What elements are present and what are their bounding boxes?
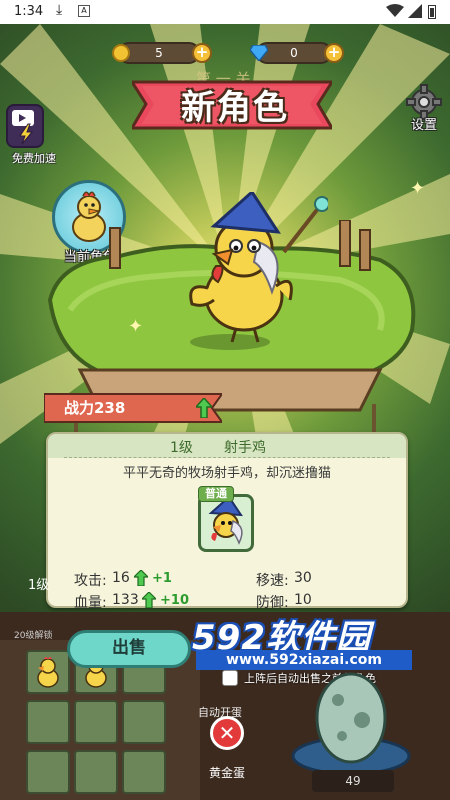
modal-dimmer <box>0 24 450 800</box>
status-bar: 1:34 ⤓ A <box>0 0 450 24</box>
watermark-url: www.592xiazai.com <box>196 650 412 670</box>
battery-icon <box>428 5 436 19</box>
signal-icon <box>408 4 422 18</box>
wifi-icon <box>386 4 404 17</box>
status-time: 1:34 <box>14 4 44 19</box>
app-notification-icon: A <box>78 5 90 17</box>
download-icon: ⤓ <box>56 2 63 18</box>
